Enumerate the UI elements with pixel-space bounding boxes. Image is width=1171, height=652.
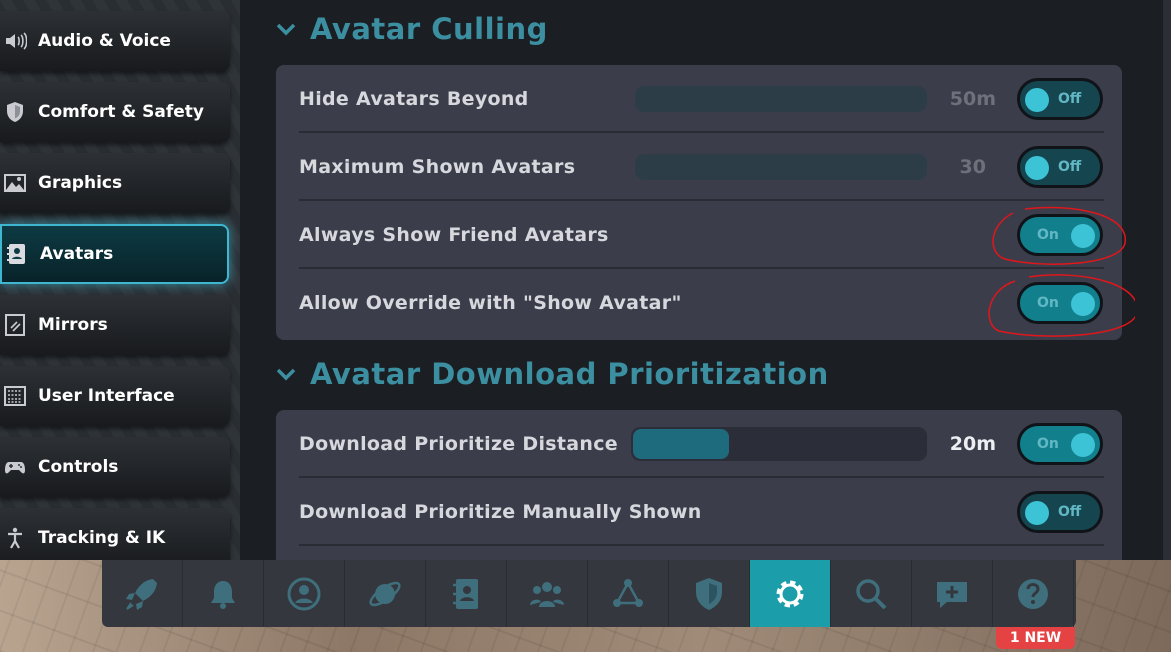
settings-content: Avatar Culling Hide Avatars Beyond 50m O…	[240, 0, 1171, 560]
launch-pad-button[interactable]	[102, 560, 183, 627]
download-prioritize-distance-toggle[interactable]: On	[1017, 423, 1103, 465]
help-icon	[1018, 578, 1048, 609]
sidebar-item-comfort-safety[interactable]: Comfort & Safety	[0, 82, 230, 142]
setting-row: Download Prioritize Distance 20m On	[299, 410, 1104, 478]
person-icon	[0, 523, 30, 553]
settings-sidebar: Audio & Voice Comfort & Safety Graphics …	[0, 0, 240, 568]
section-title: Avatar Download Prioritization	[310, 357, 829, 391]
setting-row: Maximum Shown Avatars 30 Off	[299, 133, 1104, 201]
avatar-culling-panel: Hide Avatars Beyond 50m Off Maximum Show…	[276, 65, 1122, 340]
toggle-state: Off	[1058, 504, 1082, 520]
avatars-button[interactable]	[426, 560, 507, 627]
section-header-avatar-download-prioritization[interactable]: Avatar Download Prioritization	[276, 357, 829, 391]
avatar-download-panel: Download Prioritize Distance 20m On Down…	[276, 410, 1122, 560]
gamepad-icon	[0, 452, 30, 482]
search-button[interactable]	[831, 560, 912, 627]
divider	[299, 544, 1104, 546]
avatar-book-icon	[453, 578, 478, 609]
toggle-state: On	[1037, 295, 1059, 311]
max-shown-avatars-toggle[interactable]: Off	[1017, 146, 1103, 188]
sidebar-item-mirrors[interactable]: Mirrors	[0, 295, 230, 355]
setting-label: Allow Override with "Show Avatar"	[299, 292, 682, 314]
groups-button[interactable]	[588, 560, 669, 627]
sidebar-item-label: Controls	[38, 457, 119, 477]
toggle-state: Off	[1058, 91, 1082, 107]
download-prioritize-manually-shown-toggle[interactable]: Off	[1017, 491, 1103, 533]
slider-value: 50m	[949, 88, 996, 110]
setting-label: Download Prioritize Manually Shown	[299, 501, 702, 523]
setting-row: Hide Avatars Beyond 50m Off	[299, 65, 1104, 133]
hide-avatars-toggle[interactable]: Off	[1017, 78, 1103, 120]
sidebar-item-label: Comfort & Safety	[38, 102, 204, 122]
section-title: Avatar Culling	[310, 12, 548, 46]
slider-value: 20m	[949, 433, 996, 455]
toggle-state: On	[1037, 436, 1059, 452]
bell-icon	[211, 580, 235, 609]
toggle-state: Off	[1058, 159, 1082, 175]
new-badge: 1 NEW	[996, 627, 1075, 649]
setting-label: Always Show Friend Avatars	[299, 224, 609, 246]
max-shown-avatars-slider[interactable]	[635, 154, 927, 180]
setting-label: Maximum Shown Avatars	[299, 156, 576, 178]
sidebar-item-label: Audio & Voice	[38, 31, 171, 51]
toggle-knob	[1025, 156, 1049, 180]
quick-menu-dock	[102, 560, 1076, 627]
social-button[interactable]	[507, 560, 588, 627]
sidebar-item-avatars[interactable]: Avatars	[0, 224, 229, 284]
keyboard-icon	[0, 381, 30, 411]
hide-avatars-distance-slider[interactable]	[635, 86, 927, 112]
toggle-knob	[1071, 224, 1095, 248]
gear-icon	[776, 580, 804, 607]
people-icon	[530, 581, 564, 607]
toggle-knob	[1025, 501, 1049, 525]
chat-plus-icon	[937, 581, 967, 608]
search-icon	[856, 578, 887, 609]
slider-fill	[633, 429, 729, 459]
setting-label: Download Prioritize Distance	[299, 433, 618, 455]
section-header-avatar-culling[interactable]: Avatar Culling	[276, 12, 548, 46]
image-icon	[0, 168, 30, 198]
slider-value: 30	[959, 156, 986, 178]
sidebar-item-label: Graphics	[38, 173, 123, 193]
speaker-icon	[0, 26, 30, 56]
avatar-book-icon	[2, 239, 32, 269]
shield-icon	[696, 577, 722, 610]
sidebar-item-label: User Interface	[38, 386, 175, 406]
network-icon	[613, 578, 643, 607]
profile-icon	[287, 577, 321, 610]
sidebar-item-label: Mirrors	[38, 315, 108, 335]
shield-icon	[0, 97, 30, 127]
chat-button[interactable]	[912, 560, 993, 627]
sidebar-item-label: Avatars	[40, 244, 114, 264]
chevron-down-icon	[276, 368, 296, 381]
sidebar-item-audio-voice[interactable]: Audio & Voice	[0, 11, 230, 71]
setting-row: Download Prioritize Manually Shown Off	[299, 478, 1104, 546]
help-button[interactable]	[993, 560, 1074, 627]
rocket-icon	[126, 578, 157, 610]
worlds-button[interactable]	[345, 560, 426, 627]
safety-button[interactable]	[669, 560, 750, 627]
sidebar-item-graphics[interactable]: Graphics	[0, 153, 230, 213]
mirror-icon	[0, 310, 30, 340]
sidebar-item-user-interface[interactable]: User Interface	[0, 366, 230, 426]
sidebar-item-tracking-ik[interactable]: Tracking & IK	[0, 508, 230, 568]
allow-override-show-avatar-toggle[interactable]: On	[1017, 282, 1103, 324]
toggle-knob	[1071, 433, 1095, 457]
settings-button[interactable]	[750, 560, 831, 627]
download-prioritize-distance-slider[interactable]	[631, 427, 927, 461]
setting-label: Hide Avatars Beyond	[299, 88, 529, 110]
setting-row: Allow Override with "Show Avatar" On	[299, 269, 1104, 337]
setting-row: Always Show Friend Avatars On	[299, 201, 1104, 269]
toggle-state: On	[1037, 227, 1059, 243]
planet-icon	[369, 581, 401, 606]
profile-button[interactable]	[264, 560, 345, 627]
always-show-friend-avatars-toggle[interactable]: On	[1017, 214, 1103, 256]
sidebar-item-controls[interactable]: Controls	[0, 437, 230, 497]
sidebar-item-label: Tracking & IK	[38, 528, 166, 548]
chevron-down-icon	[276, 23, 296, 36]
notifications-button[interactable]	[183, 560, 264, 627]
toggle-knob	[1071, 292, 1095, 316]
toggle-knob	[1025, 88, 1049, 112]
